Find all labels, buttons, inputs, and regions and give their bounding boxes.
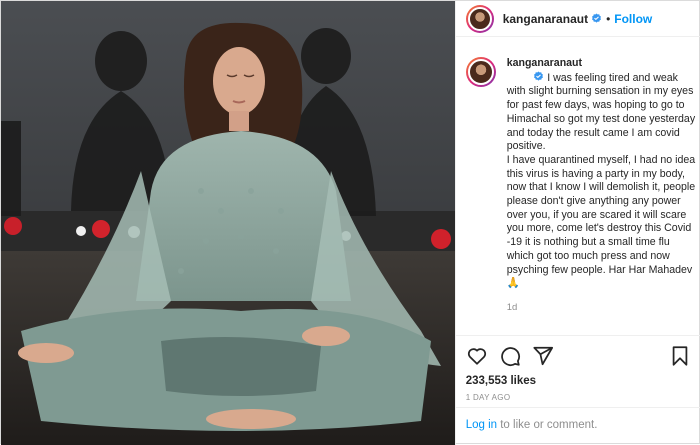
separator-dot: • — [606, 11, 611, 26]
meditation-photo — [1, 1, 455, 445]
caption-avatar[interactable] — [465, 57, 496, 87]
likes-count[interactable]: 233,553 likes — [466, 375, 691, 387]
login-suffix: to like or comment. — [497, 419, 598, 431]
username-link[interactable]: kanganaranaut — [503, 12, 588, 26]
heart-icon[interactable] — [466, 345, 488, 367]
post-header: kanganaranaut • Follow — [455, 1, 700, 37]
follow-button[interactable]: Follow — [614, 12, 652, 26]
instagram-post: kanganaranaut • Follow kanganaranaut I w… — [0, 0, 700, 445]
bookmark-icon[interactable] — [669, 345, 691, 367]
caption-text: kanganaranaut I was feeling tired and we… — [507, 57, 697, 315]
login-prompt: Log in to like or comment. — [455, 407, 700, 445]
post-photo[interactable] — [1, 1, 455, 445]
profile-avatar[interactable] — [465, 4, 494, 33]
caption-age: 1d — [506, 301, 518, 313]
caption: kanganaranaut I was feeling tired and we… — [465, 57, 698, 315]
verified-badge-icon — [534, 71, 544, 81]
login-link[interactable]: Log in — [466, 419, 497, 431]
verified-badge-icon — [592, 13, 602, 23]
post-sidebar: kanganaranaut • Follow kanganaranaut I w… — [454, 1, 700, 445]
comment-icon[interactable] — [499, 345, 521, 367]
caption-username[interactable]: kanganaranaut — [507, 57, 582, 69]
post-date: 1 DAY AGO — [465, 393, 511, 402]
share-icon[interactable] — [532, 345, 554, 367]
caption-body: I was feeling tired and weak with slight… — [506, 71, 696, 290]
action-bar: 233,553 likes 1 DAY AGO — [455, 335, 700, 402]
